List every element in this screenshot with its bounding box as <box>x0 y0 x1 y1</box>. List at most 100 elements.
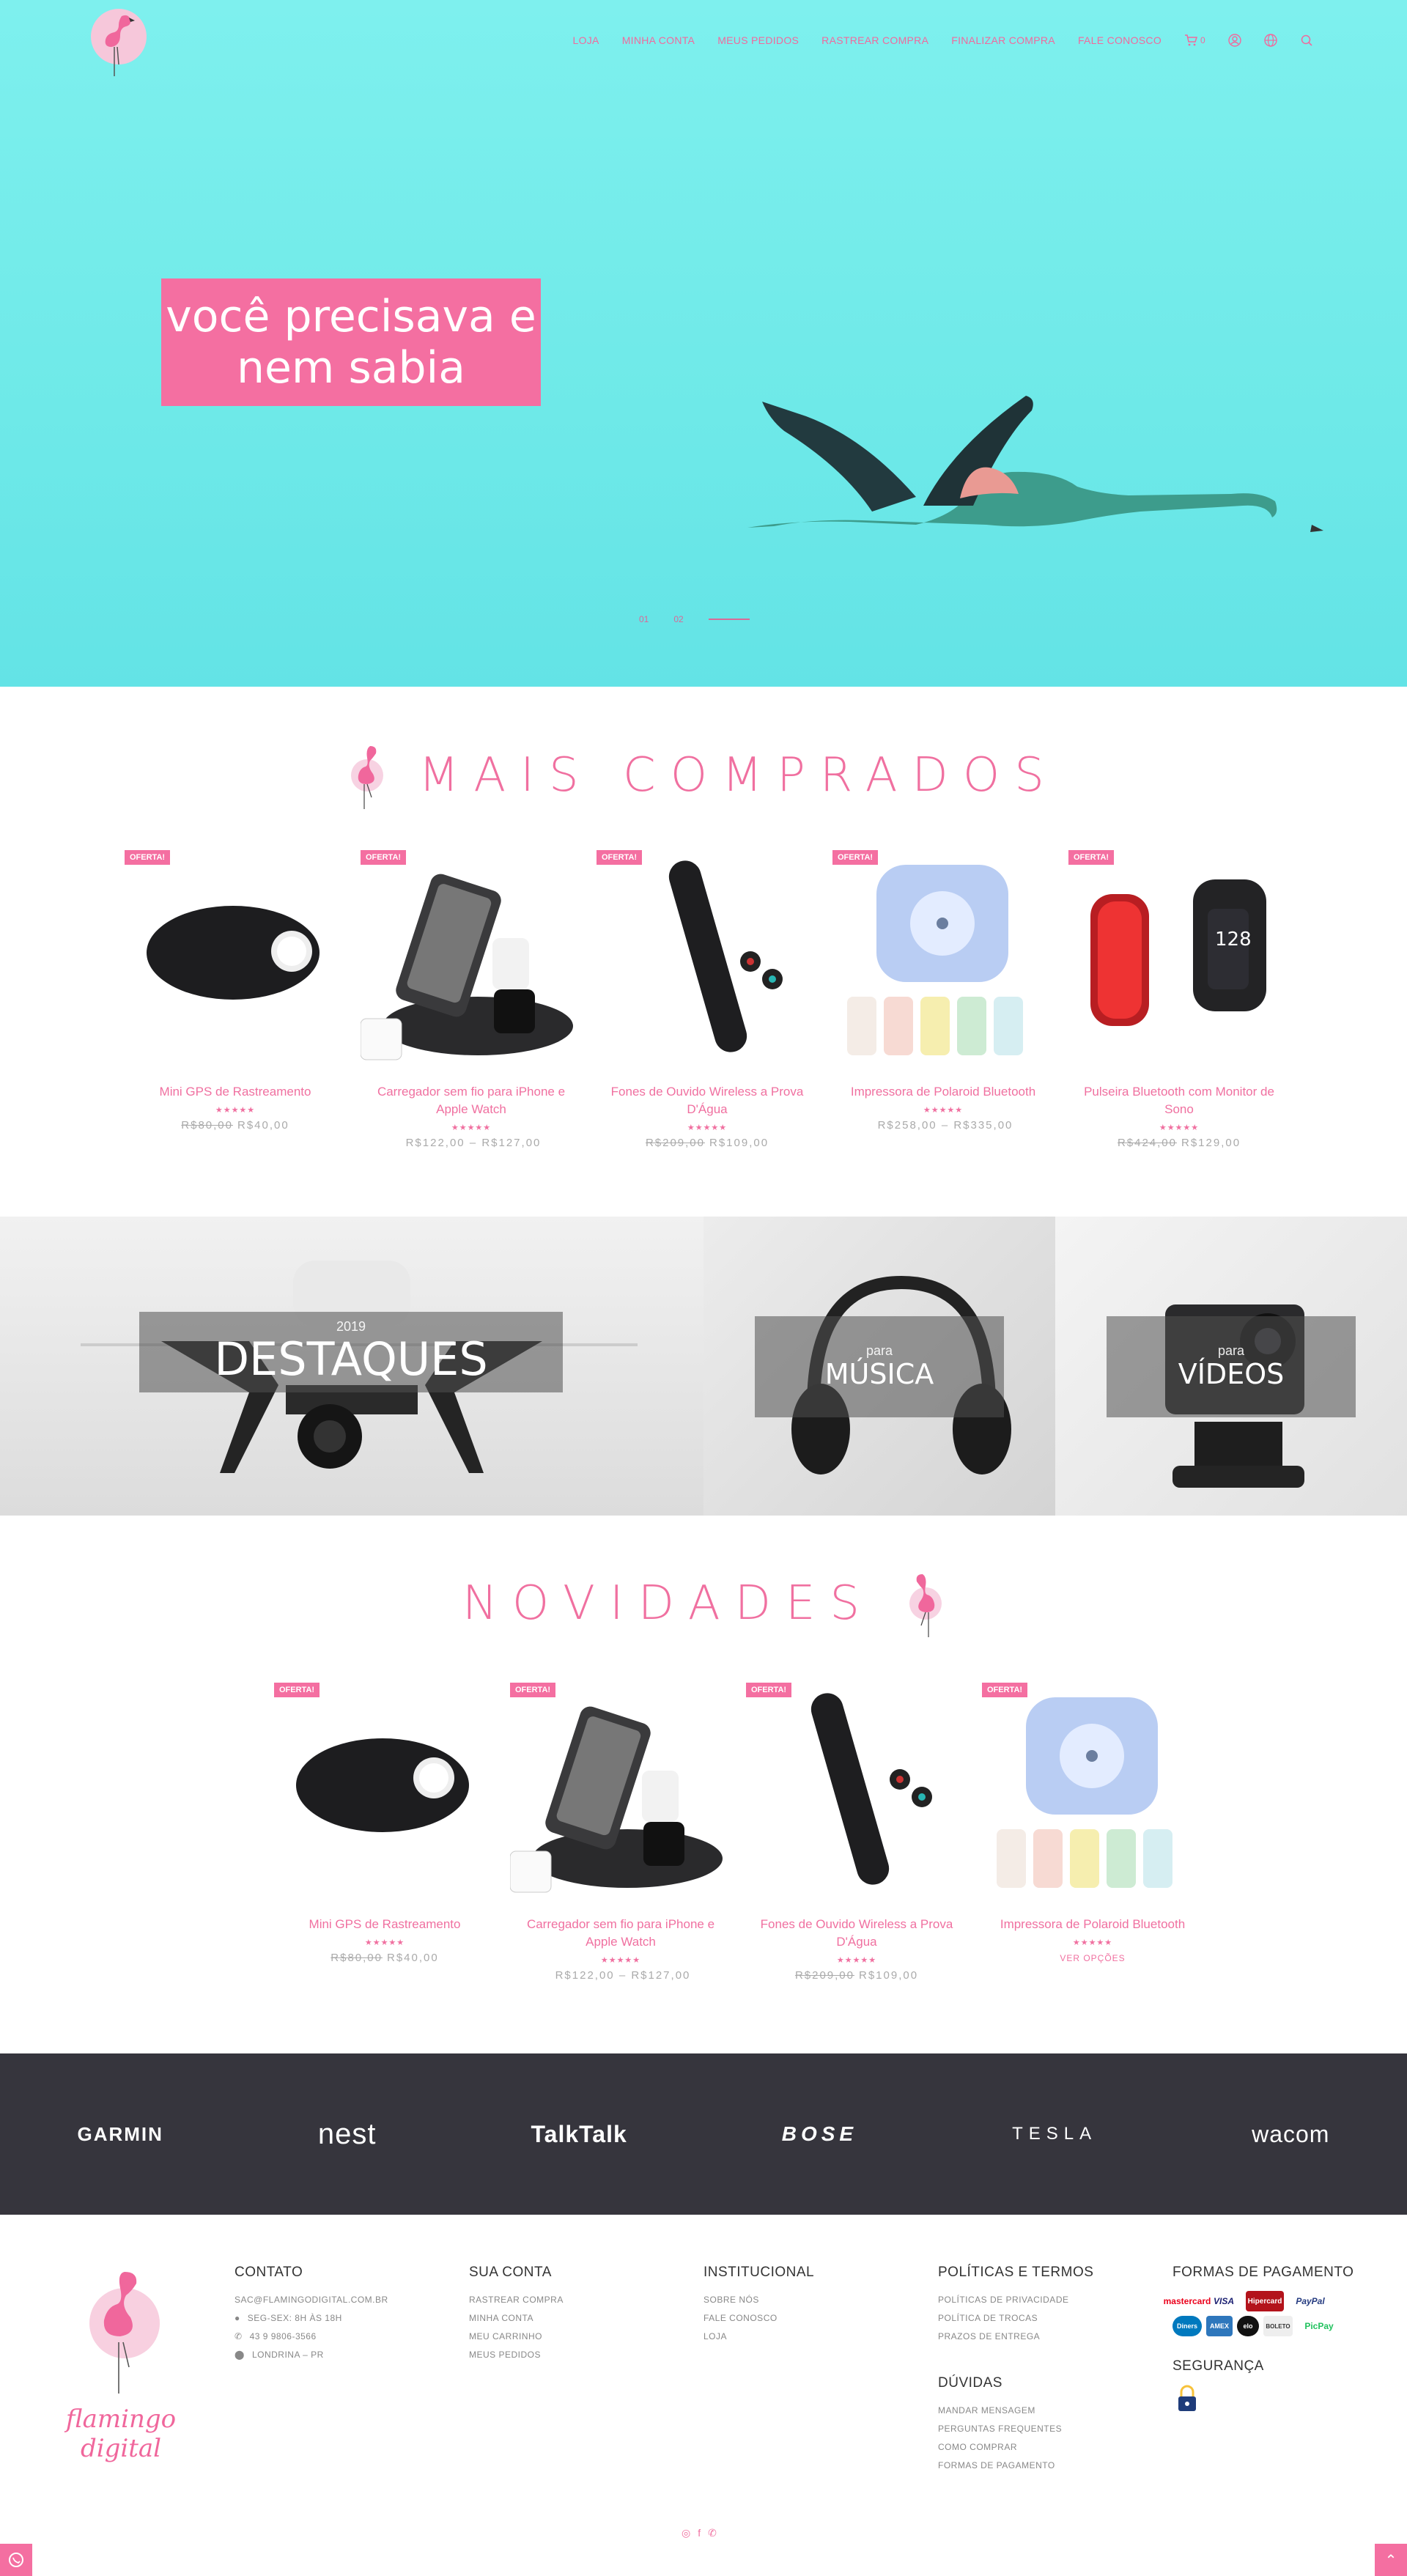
videos-banner[interactable]: para VÍDEOS <box>1055 1217 1407 1516</box>
old-price: R$209,00 <box>645 1137 705 1149</box>
rating-stars: ★★★★★ <box>600 1956 641 1965</box>
product-name[interactable]: Impressora de Polaroid Bluetooth <box>982 1916 1203 1933</box>
nav-fale-conosco[interactable]: FALE CONOSCO <box>1078 34 1162 46</box>
cart-count: 0 <box>1200 35 1205 45</box>
nav-minha-conta[interactable]: MINHA CONTA <box>622 34 695 46</box>
footer-link[interactable]: COMO COMPRAR <box>938 2438 1093 2457</box>
footer-link[interactable]: FALE CONOSCO <box>704 2309 814 2328</box>
footer-link[interactable]: POLÍTICA DE TROCAS <box>938 2309 1093 2328</box>
footer-link[interactable]: MINHA CONTA <box>469 2309 564 2328</box>
product-image[interactable]: OFERTA! <box>360 850 582 1071</box>
product-name[interactable]: Fones de Ouvido Wireless a Prova D'Água <box>746 1916 967 1951</box>
best-sellers-heading: MAIS COMPRADOS <box>0 740 1407 811</box>
music-prefix: para <box>865 1343 893 1358</box>
nav-meus-pedidos[interactable]: MEUS PEDIDOS <box>717 34 799 46</box>
product-image[interactable]: OFERTA! <box>274 1683 495 1904</box>
brand-wacom[interactable]: wacom <box>1252 2121 1329 2148</box>
footer-link[interactable]: SOBRE NÓS <box>704 2291 814 2309</box>
brand-nest[interactable]: nest <box>318 2118 377 2151</box>
product-card[interactable]: OFERTA! Impressora de Polaroid Bluetooth… <box>982 1683 1203 1982</box>
old-price: R$209,00 <box>794 1969 854 1982</box>
product-card[interactable]: OFERTA! Fones de Ouvido Wireless a Prova… <box>746 1683 967 1982</box>
product-name[interactable]: Impressora de Polaroid Bluetooth <box>832 1083 1054 1101</box>
hero-headline: você precisava e nem sabia <box>161 278 541 406</box>
brand-tesla[interactable]: TESLA <box>1012 2124 1097 2144</box>
brand-bose[interactable]: BOSE <box>782 2122 857 2146</box>
instagram-icon[interactable]: ◎ <box>682 2527 690 2539</box>
main-nav: LOJA MINHA CONTA MEUS PEDIDOS RASTREAR C… <box>572 34 1313 47</box>
product-image[interactable]: OFERTA! <box>509 1683 731 1904</box>
footer-link[interactable]: POLÍTICAS DE PRIVACIDADE <box>938 2291 1093 2309</box>
footer-policies: POLÍTICAS E TERMOS POLÍTICAS DE PRIVACID… <box>938 2265 1093 2475</box>
visa-icon: VISA <box>1213 2296 1234 2306</box>
current-price: R$40,00 <box>237 1119 289 1132</box>
product-image[interactable]: OFERTA! <box>832 850 1054 1071</box>
product-card[interactable]: 128 OFERTA! Pulseira Bluetooth com Monit… <box>1068 850 1290 1149</box>
brand-garmin[interactable]: GARMIN <box>77 2123 163 2146</box>
product-image[interactable]: OFERTA! <box>982 1683 1203 1904</box>
hero-line-2: nem sabia <box>236 342 465 394</box>
user-icon[interactable] <box>1228 34 1241 47</box>
nav-finalizar-compra[interactable]: FINALIZAR COMPRA <box>951 34 1055 46</box>
product-card[interactable]: OFERTA! Mini GPS de Rastreamento ★★★★★ R… <box>125 850 346 1149</box>
view-options-link[interactable]: VER OPÇÕES <box>982 1953 1203 1963</box>
scroll-top-button[interactable]: ⌃ <box>1375 2544 1407 2576</box>
chevron-up-icon: ⌃ <box>1384 2552 1397 2569</box>
whatsapp-float-button[interactable] <box>0 2544 32 2576</box>
picpay-icon: PicPay <box>1304 2321 1334 2331</box>
lock-icon <box>1178 2385 1196 2411</box>
rating-stars: ★★★★★ <box>1159 1123 1200 1132</box>
new-arrivals-grid: OFERTA! Mini GPS de Rastreamento ★★★★★ R… <box>274 1683 1203 1982</box>
footer-logo[interactable]: flamingo digital <box>37 2265 205 2463</box>
sale-badge: OFERTA! <box>361 850 407 865</box>
footer-link[interactable]: PERGUNTAS FREQUENTES <box>938 2420 1093 2438</box>
clock-icon: ● <box>234 2313 240 2323</box>
product-name[interactable]: Pulseira Bluetooth com Monitor de Sono <box>1068 1083 1290 1118</box>
nav-rastrear-compra[interactable]: RASTREAR COMPRA <box>821 34 928 46</box>
product-name[interactable]: Mini GPS de Rastreamento <box>274 1916 495 1933</box>
brand-talktalk[interactable]: TalkTalk <box>531 2121 627 2148</box>
footer-link[interactable]: FORMAS DE PAGAMENTO <box>938 2457 1093 2475</box>
product-card[interactable]: OFERTA! Mini GPS de Rastreamento ★★★★★ R… <box>274 1683 495 1982</box>
product-image[interactable]: OFERTA! <box>125 850 346 1071</box>
footer-link[interactable]: MEUS PEDIDOS <box>469 2346 564 2364</box>
slide-01[interactable]: 01 <box>639 614 649 624</box>
slide-02[interactable]: 02 <box>673 614 683 624</box>
flamingo-icon <box>909 1574 942 1637</box>
product-price: R$258,00 – R$335,00 <box>832 1119 1054 1132</box>
payment-methods: mastercard VISA Hipercard PayPal Diners … <box>1164 2291 1348 2336</box>
product-image[interactable]: OFERTA! <box>597 850 818 1071</box>
footer-link[interactable]: PRAZOS DE ENTREGA <box>938 2328 1093 2346</box>
flamingo-logo[interactable] <box>86 3 151 82</box>
contact-email[interactable]: SAC@FLAMINGODIGITAL.COM.BR <box>234 2291 388 2309</box>
product-card[interactable]: OFERTA! Impressora de Polaroid Bluetooth… <box>832 850 1054 1149</box>
cart-button[interactable]: 0 <box>1184 34 1205 47</box>
footer-link[interactable]: MEU CARRINHO <box>469 2328 564 2346</box>
footer-link[interactable]: MANDAR MENSAGEM <box>938 2402 1093 2420</box>
product-card[interactable]: OFERTA! Carregador sem fio para iPhone e… <box>509 1683 731 1982</box>
product-name[interactable]: Mini GPS de Rastreamento <box>125 1083 346 1101</box>
nav-loja[interactable]: LOJA <box>572 34 599 46</box>
product-name[interactable]: Carregador sem fio para iPhone e Apple W… <box>510 1916 731 1951</box>
product-price: R$122,00 – R$127,00 <box>361 1137 582 1149</box>
product-image[interactable]: OFERTA! <box>746 1683 967 1904</box>
product-name[interactable]: Fones de Ouvido Wireless a Prova D'Água <box>597 1083 818 1118</box>
whatsapp-icon[interactable]: ✆ <box>708 2527 717 2539</box>
footer-link[interactable]: RASTREAR COMPRA <box>469 2291 564 2309</box>
music-banner[interactable]: para MÚSICA <box>704 1217 1055 1516</box>
search-icon[interactable] <box>1300 34 1313 47</box>
whatsapp-icon <box>9 2553 23 2567</box>
footer-link[interactable]: LOJA <box>704 2328 814 2346</box>
product-name[interactable]: Carregador sem fio para iPhone e Apple W… <box>361 1083 582 1118</box>
product-card[interactable]: OFERTA! Fones de Ouvido Wireless a Prova… <box>597 850 818 1149</box>
contact-phone[interactable]: ✆ 43 9 9806-3566 <box>234 2328 388 2346</box>
current-price: R$109,00 <box>709 1137 769 1149</box>
hero-section: LOJA MINHA CONTA MEUS PEDIDOS RASTREAR C… <box>0 0 1407 687</box>
product-price: R$209,00 R$109,00 <box>597 1137 818 1149</box>
product-card[interactable]: OFERTA! Carregador sem fio para iPhone e… <box>360 850 582 1149</box>
footer-institutional: INSTITUCIONAL SOBRE NÓS FALE CONOSCO LOJ… <box>704 2265 814 2346</box>
facebook-icon[interactable]: f <box>698 2527 701 2539</box>
globe-icon[interactable] <box>1264 34 1277 47</box>
product-image[interactable]: 128 OFERTA! <box>1068 850 1290 1071</box>
highlights-banner[interactable]: 2019 DESTAQUES <box>0 1217 704 1516</box>
